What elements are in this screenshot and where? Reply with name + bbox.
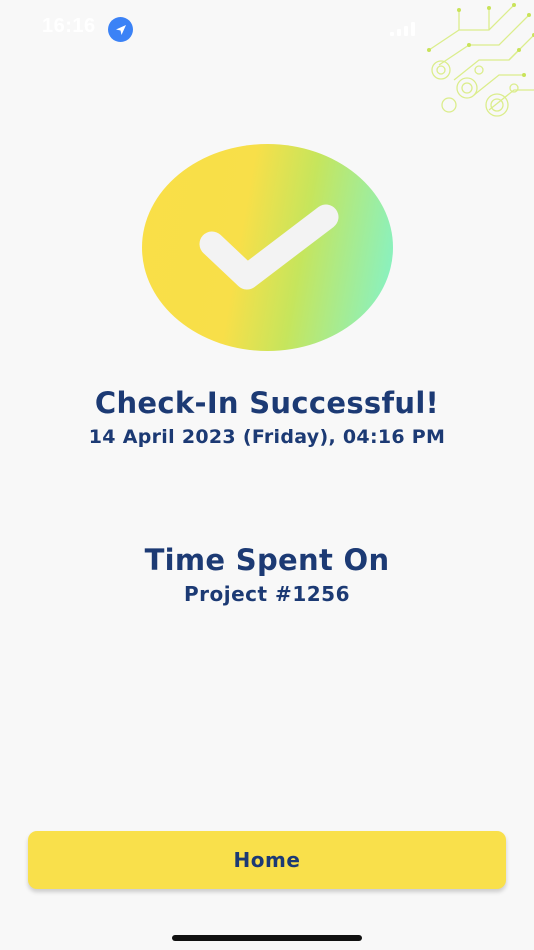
checkin-datetime: 14 April 2023 (Friday), 04:16 PM [88, 426, 446, 448]
status-time: 16:16 [42, 15, 96, 37]
time-spent-heading: Time Spent On [144, 543, 390, 577]
checkmark-icon [199, 204, 339, 290]
home-button-label: Home [233, 848, 301, 872]
success-check-badge [142, 144, 393, 351]
checkin-success-title: Check-In Successful! [94, 386, 440, 420]
circuit-pattern-icon [427, 3, 534, 117]
project-label: Project #1256 [184, 582, 350, 606]
location-arrow-icon [108, 17, 133, 42]
home-button[interactable]: Home [28, 831, 506, 889]
cellular-signal-icon [390, 22, 415, 36]
home-indicator[interactable] [172, 935, 362, 941]
